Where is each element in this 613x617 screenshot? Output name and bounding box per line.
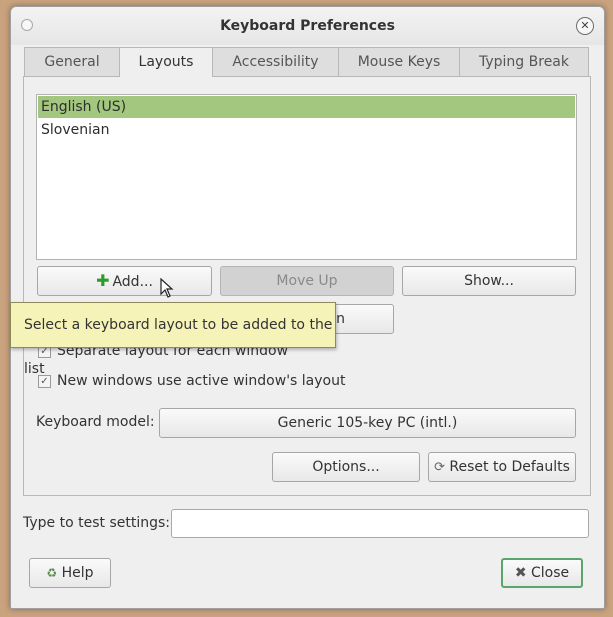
layout-list[interactable]: English (US) Slovenian <box>36 94 577 260</box>
add-button-label: Add... <box>112 274 153 290</box>
show-button[interactable]: Show... <box>402 266 576 296</box>
tab-accessibility[interactable]: Accessibility <box>212 47 339 76</box>
keyboard-model-button[interactable]: Generic 105-key PC (intl.) <box>159 408 576 438</box>
plus-icon: ✚ <box>96 271 110 290</box>
mouse-pointer-icon <box>160 277 174 302</box>
add-button-tooltip: Select a keyboard layout to be added to … <box>10 302 336 377</box>
new-windows-label: New windows use active window's layout <box>57 373 346 389</box>
help-button-label: Help <box>61 565 94 581</box>
reset-icon: ⟳ <box>434 460 445 475</box>
move-up-button[interactable]: Move Up <box>220 266 394 296</box>
test-settings-input[interactable] <box>171 509 589 538</box>
tab-general[interactable]: General <box>24 47 120 76</box>
help-button[interactable]: ♻ Help <box>29 558 111 588</box>
tab-mouse-keys[interactable]: Mouse Keys <box>338 47 460 76</box>
window-title: Keyboard Preferences <box>220 18 395 34</box>
add-button[interactable]: ✚ Add... <box>37 266 212 296</box>
titlebar-close-icon[interactable]: ✕ <box>576 17 594 35</box>
close-icon: ✖ <box>514 565 527 581</box>
help-icon: ♻ <box>46 566 58 580</box>
options-button[interactable]: Options... <box>272 452 420 482</box>
reset-to-defaults-button[interactable]: ⟳ Reset to Defaults <box>428 452 576 482</box>
tab-typing-break[interactable]: Typing Break <box>459 47 589 76</box>
close-button[interactable]: ✖ Close <box>501 558 583 588</box>
reset-button-label: Reset to Defaults <box>449 459 570 475</box>
close-button-label: Close <box>531 565 570 581</box>
titlebar[interactable]: Keyboard Preferences ✕ <box>11 7 604 45</box>
list-item-english-us[interactable]: English (US) <box>38 96 575 118</box>
keyboard-model-label: Keyboard model: <box>36 414 155 430</box>
list-item-slovenian[interactable]: Slovenian <box>38 119 575 141</box>
test-settings-label: Type to test settings: <box>23 515 170 531</box>
tab-layouts[interactable]: Layouts <box>119 47 213 77</box>
